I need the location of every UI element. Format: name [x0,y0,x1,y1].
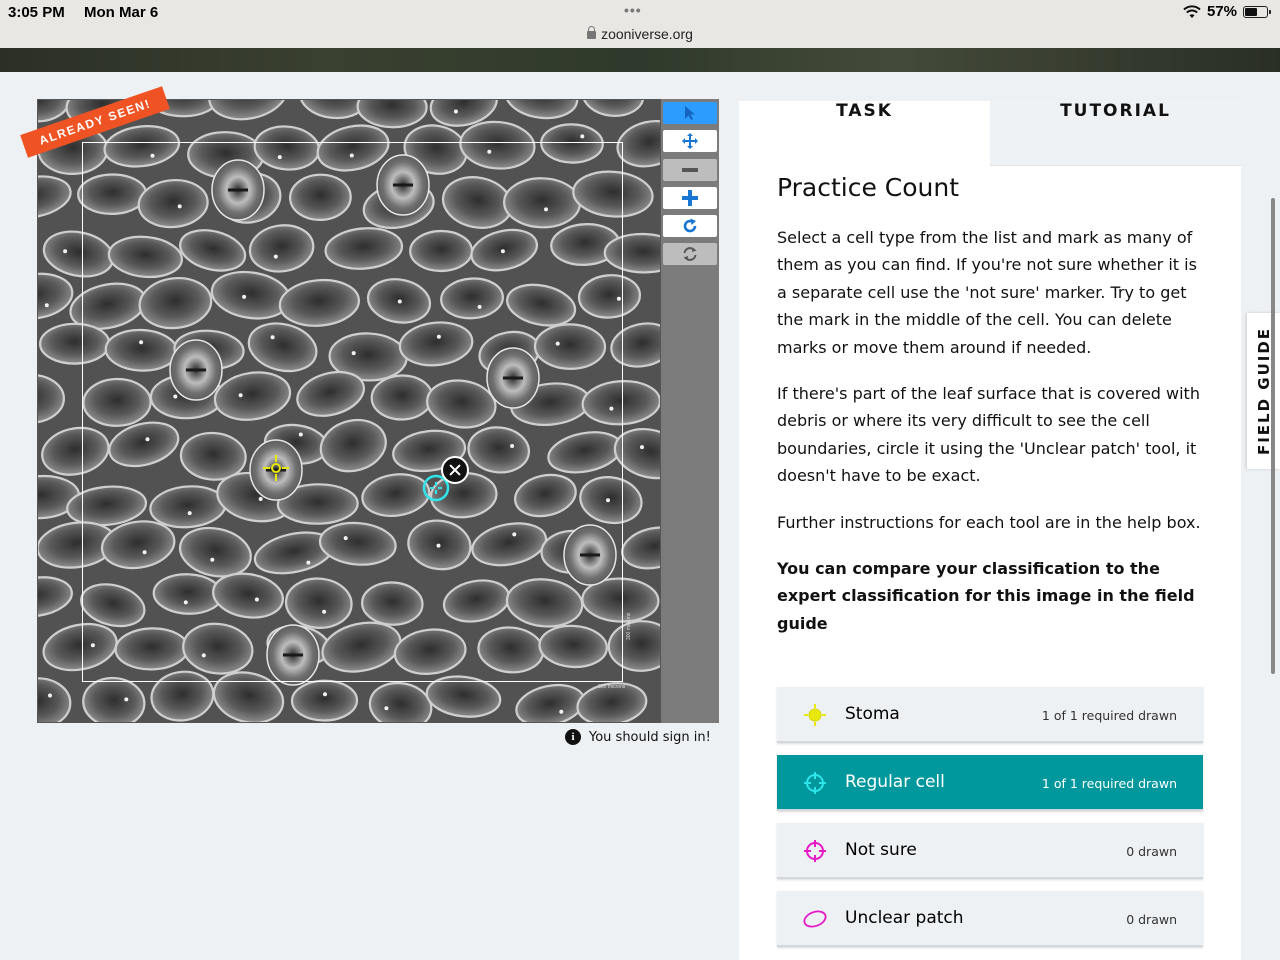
rotate-icon [683,218,697,233]
wifi-icon [1183,4,1201,18]
zoom-out-icon [682,168,698,172]
zoom-in-icon [682,190,698,206]
debris-speck [559,709,564,714]
tool-label: Stoma [845,704,900,724]
crosshair-icon [804,840,826,862]
instruction-paragraph: Further instructions for each tool are i… [777,512,1201,532]
debris-speck [640,445,644,450]
instruction-paragraph: If there's part of the leaf surface that… [777,384,1200,486]
status-indicators: 57% [1183,3,1271,20]
stoma-marker-icon [804,704,826,726]
tool-not-sure[interactable]: Not sure 0 drawn [777,823,1203,879]
page-scrollbar[interactable] [1271,198,1275,674]
field-guide-note: You can compare your classification to t… [777,559,1195,633]
zoom-in-button[interactable] [663,187,717,209]
debris-speck [580,134,585,139]
task-panel: TASK TUTORIAL Practice Count Select a ce… [739,101,1241,960]
debris-speck [63,249,68,254]
debris-speck [124,697,129,702]
instruction-paragraph: Select a cell type from the list and mar… [777,228,1197,357]
task-instructions: Practice Count Select a cell type from t… [777,173,1207,656]
ellipse-icon [803,910,827,928]
subject-image-viewer[interactable]: 300 microns 300 microns [37,99,661,723]
tool-label: Not sure [845,840,917,860]
tool-count: 0 drawn [1126,844,1177,859]
battery-icon [1243,5,1271,18]
info-icon: i [565,729,581,745]
sign-in-text: You should sign in! [589,729,711,745]
debris-speck [48,693,52,698]
tool-unclear-patch[interactable]: Unclear patch 0 drawn [777,891,1203,947]
debris-speck [453,109,458,114]
reset-button[interactable] [663,243,717,265]
url-text: zooniverse.org [601,26,693,42]
delete-mark-button[interactable] [441,456,469,484]
tool-label: Unclear patch [845,908,964,928]
address-bar[interactable]: zooniverse.org [0,26,1280,42]
viewer-toolbar [661,99,719,723]
reset-icon [683,247,697,261]
scale-bar-label-vertical: 300 microns [626,612,632,640]
battery-fill [1245,7,1257,16]
tool-count: 1 of 1 required drawn [1041,776,1177,791]
tool-label: Regular cell [845,772,945,792]
debris-speck [384,706,389,711]
field-guide-label: FIELD GUIDE [1254,326,1273,456]
stoma-mark[interactable] [261,453,291,483]
pointer-tool-button[interactable] [663,102,717,124]
tool-regular-cell[interactable]: Regular cell 1 of 1 required drawn [777,755,1203,811]
crop-frame [82,142,623,682]
debris-speck [323,692,327,697]
tab-tutorial[interactable]: TUTORIAL [990,101,1241,166]
status-time: 3:05 PM [8,4,65,21]
more-dots-icon[interactable]: ••• [624,2,642,18]
site-banner [0,48,1280,72]
sign-in-notice: i You should sign in! [565,729,711,745]
tool-count: 0 drawn [1126,912,1177,927]
epidermal-cell [290,679,359,722]
tool-count: 1 of 1 required drawn [1041,708,1177,723]
status-date: Mon Mar 6 [84,4,159,21]
tool-stoma[interactable]: Stoma 1 of 1 required drawn [777,687,1203,743]
task-tabs: TASK TUTORIAL [739,101,1241,166]
crosshair-icon [804,772,826,794]
pointer-icon [685,106,695,120]
rotate-button[interactable] [663,215,717,237]
tab-task[interactable]: TASK [739,101,990,166]
scale-bar-label: 300 microns [598,684,626,690]
debris-speck [44,303,49,308]
lock-icon [587,26,597,39]
field-guide-tab[interactable]: FIELD GUIDE [1247,313,1280,469]
pan-tool-button[interactable] [663,130,717,152]
status-bar: 3:05 PM Mon Mar 6 ••• zooniverse.org 57% [0,0,1280,48]
zoom-out-button[interactable] [663,159,717,181]
pan-icon [682,133,698,149]
task-title: Practice Count [777,173,960,202]
battery-percent: 57% [1206,3,1237,20]
